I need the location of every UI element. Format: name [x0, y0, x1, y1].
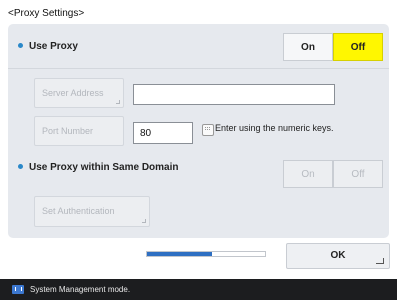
port-number-button[interactable]: Port Number: [34, 116, 124, 146]
same-domain-label: Use Proxy within Same Domain: [29, 162, 179, 173]
progress-fill: [147, 252, 212, 256]
progress-bar: [146, 251, 266, 257]
corner-arrow-icon: [142, 219, 146, 223]
status-bar: System Management mode.: [0, 279, 397, 300]
port-number-field[interactable]: 80: [133, 122, 193, 144]
use-proxy-row: Use Proxy On Off: [8, 24, 389, 69]
server-address-button[interactable]: Server Address: [34, 78, 124, 108]
same-domain-off-button[interactable]: Off: [333, 160, 383, 188]
ok-button[interactable]: OK: [286, 243, 390, 269]
numeric-keys-hint: Enter using the numeric keys.: [215, 123, 334, 133]
use-proxy-on-button[interactable]: On: [283, 33, 333, 61]
numeric-keys-icon: [202, 124, 214, 136]
use-proxy-off-button[interactable]: Off: [333, 33, 383, 61]
set-authentication-label: Set Authentication: [42, 206, 115, 216]
system-mode-icon: [12, 285, 24, 294]
same-domain-on-button[interactable]: On: [283, 160, 333, 188]
status-text: System Management mode.: [30, 285, 131, 294]
corner-arrow-icon: [116, 100, 120, 104]
bullet-icon: [18, 163, 23, 169]
ok-button-label: OK: [330, 250, 346, 261]
set-authentication-button[interactable]: Set Authentication: [34, 196, 150, 227]
use-proxy-label: Use Proxy: [29, 41, 78, 52]
port-number-button-label: Port Number: [42, 126, 94, 136]
page-title: <Proxy Settings>: [8, 8, 85, 19]
enter-icon: [376, 258, 384, 264]
server-address-button-label: Server Address: [42, 88, 104, 98]
same-domain-toggle[interactable]: On Off: [283, 160, 383, 188]
settings-panel: Use Proxy On Off Server Address Port Num…: [8, 24, 389, 238]
server-address-field[interactable]: [133, 84, 335, 105]
use-proxy-toggle[interactable]: On Off: [283, 33, 383, 61]
bullet-icon: [18, 42, 23, 48]
